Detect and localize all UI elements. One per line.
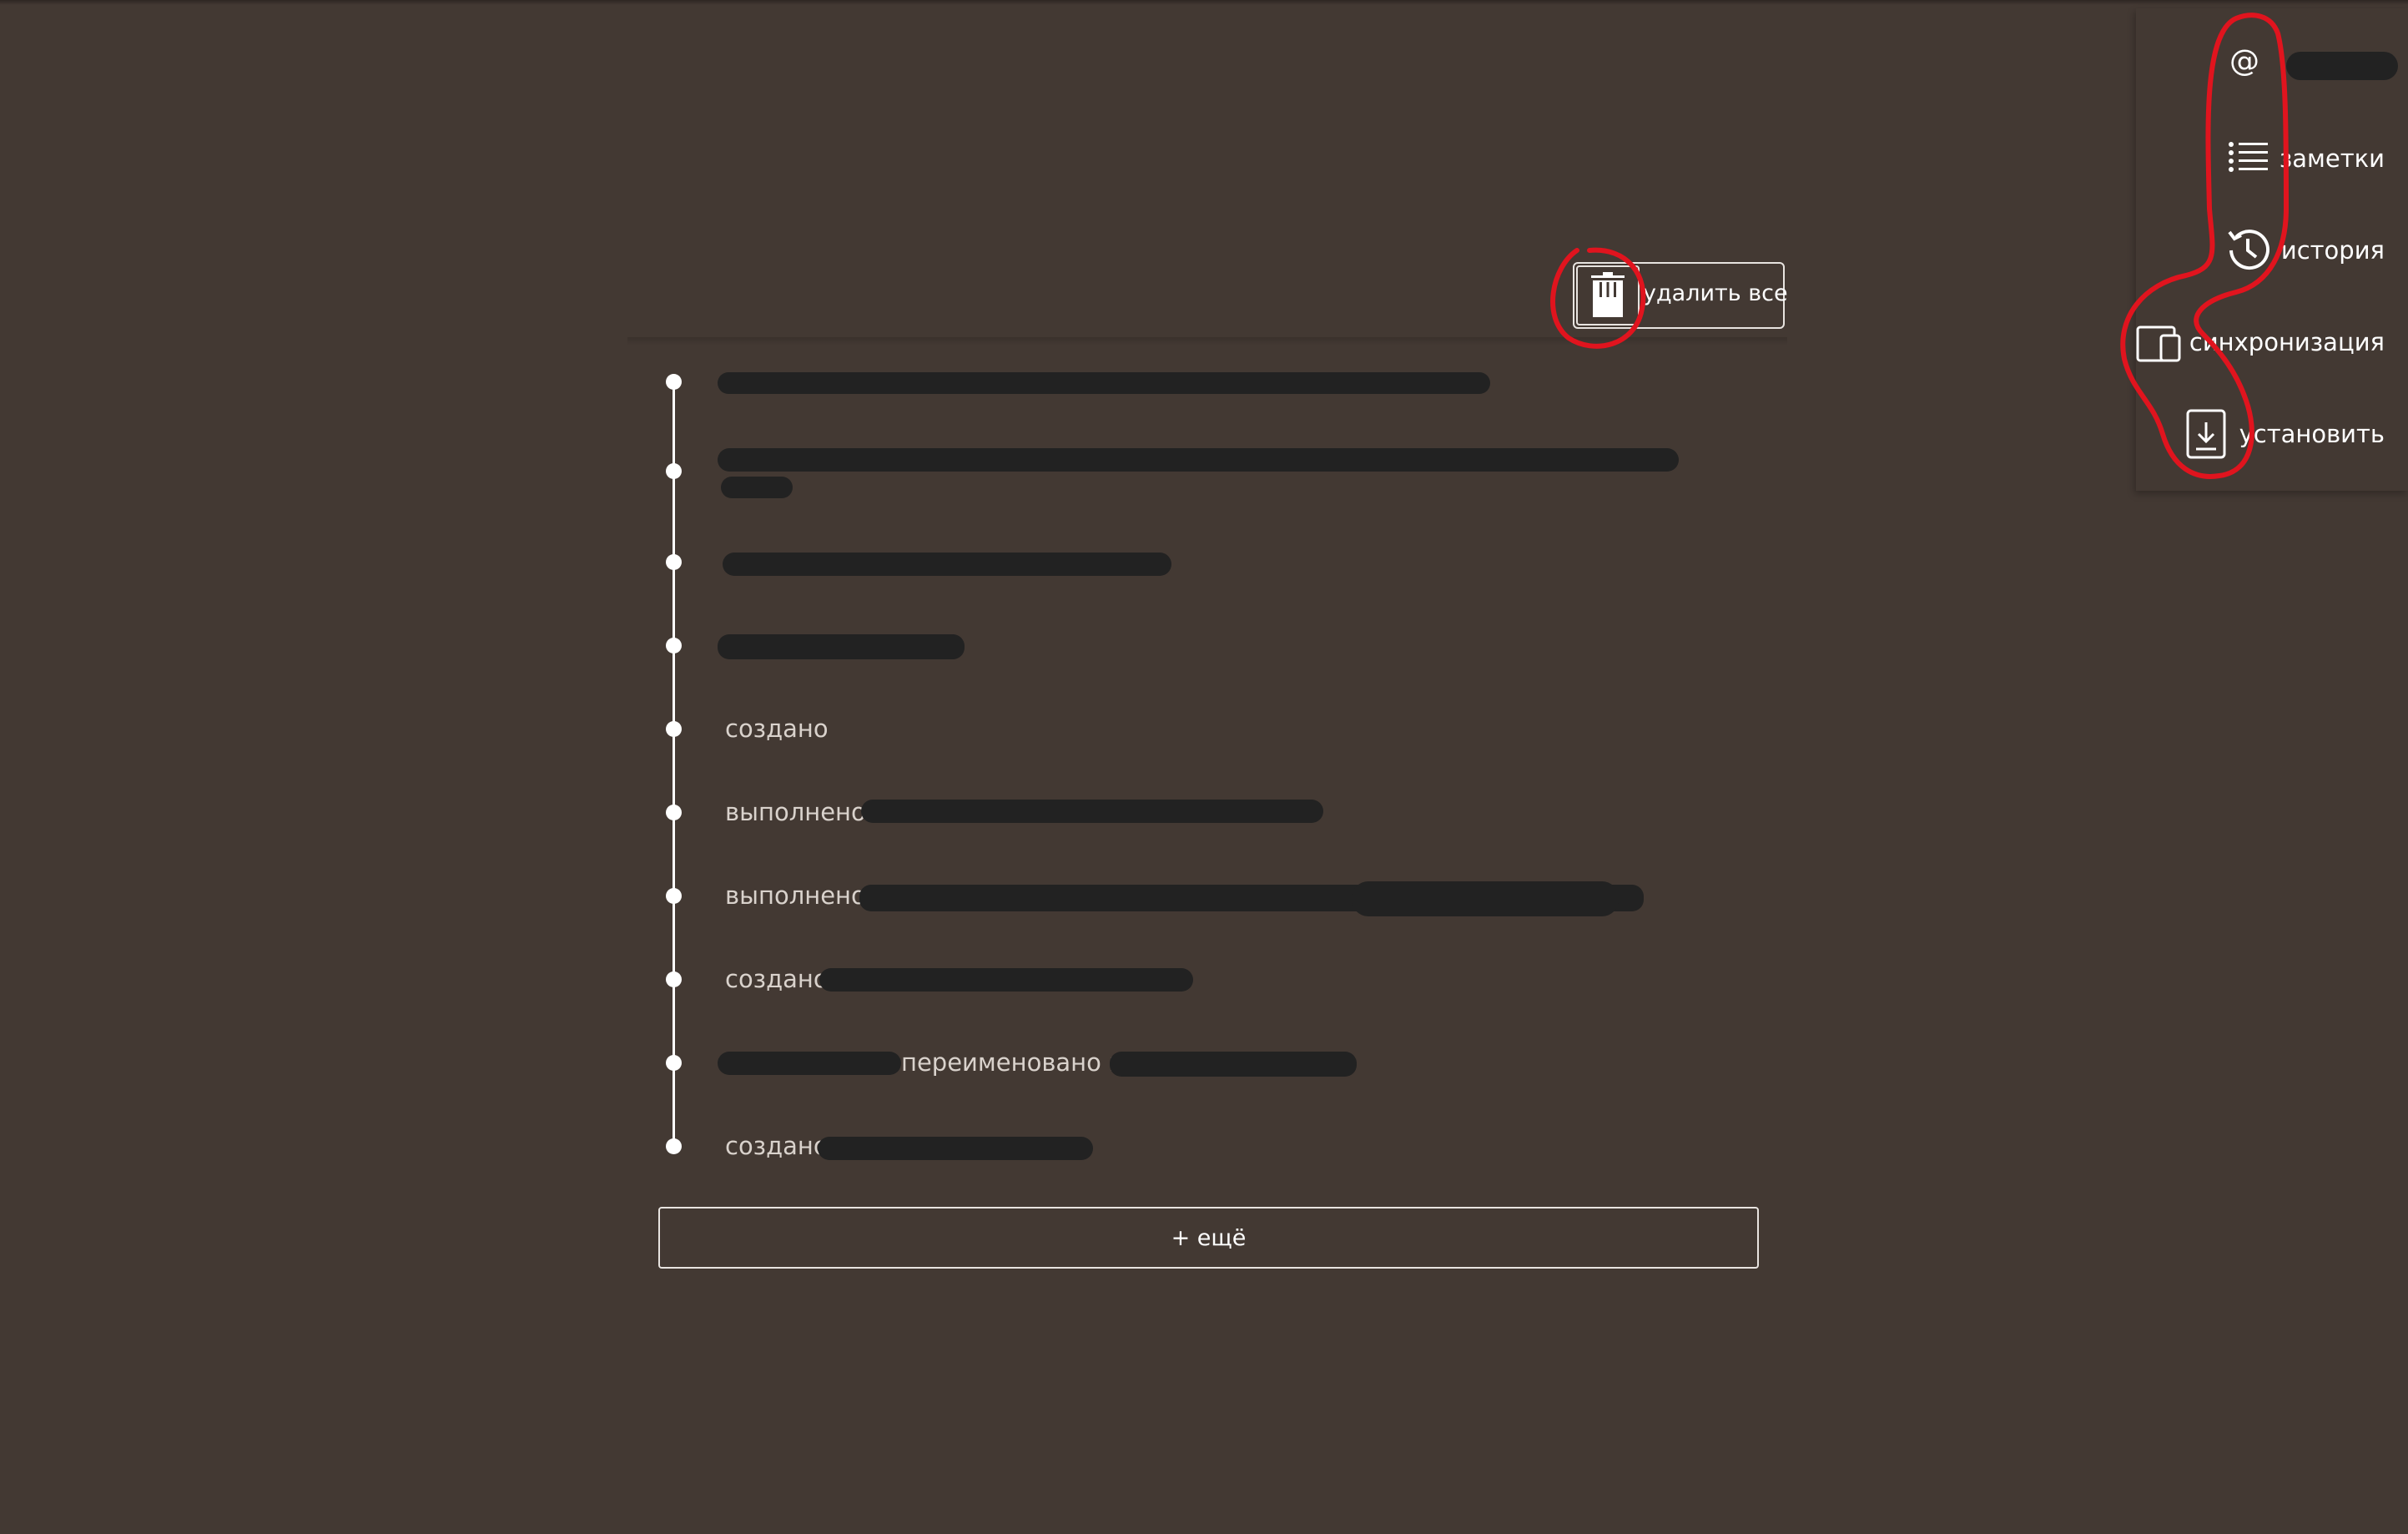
- at-sign-icon: @: [2226, 43, 2263, 80]
- redacted-text: [1352, 881, 1619, 916]
- redacted-text: [721, 477, 793, 498]
- timeline-item-text: создано: [725, 1132, 829, 1160]
- timeline-dot: [666, 721, 682, 737]
- timeline-dot: [666, 1138, 682, 1154]
- redacted-text: [723, 553, 1171, 576]
- top-shadow: [0, 0, 2408, 5]
- redacted-text: [818, 1137, 1093, 1160]
- timeline-item-text: создано: [725, 714, 829, 743]
- menu-item-notes[interactable]: заметки: [2136, 117, 2408, 200]
- timeline-item-text: выполнено: [725, 798, 866, 826]
- timeline-dot: [666, 638, 682, 653]
- redacted-text: [819, 968, 1193, 992]
- download-icon: [2186, 409, 2226, 459]
- redacted-text: [718, 448, 1679, 472]
- delete-all-button[interactable]: удалить все: [1573, 262, 1788, 329]
- trash-icon: [1576, 265, 1640, 325]
- redacted-text: [861, 800, 1323, 823]
- history-icon: [2223, 225, 2273, 275]
- redacted-text: [718, 634, 965, 659]
- timeline-item-text: создано: [725, 965, 829, 993]
- timeline-item-text: переименовано в: [901, 1048, 1124, 1077]
- timeline-dot: [666, 463, 682, 479]
- timeline-item-text: выполнено: [725, 881, 866, 910]
- red-annotation-overlay: [1550, 13, 2290, 479]
- timeline-dot: [666, 374, 682, 390]
- timeline-dot: [666, 888, 682, 904]
- menu-item-history[interactable]: история: [2136, 209, 2408, 292]
- menu-item-install-label: установить: [2239, 420, 2385, 448]
- list-divider: [627, 337, 1787, 346]
- load-more-button[interactable]: + ещё: [658, 1207, 1759, 1269]
- menu-item-sync-label: синхронизация: [2189, 328, 2385, 356]
- menu-item-install[interactable]: установить: [2136, 392, 2408, 476]
- devices-icon: [2136, 324, 2183, 362]
- timeline-dot: [666, 554, 682, 570]
- timeline-dot: [666, 805, 682, 820]
- menu-item-sync[interactable]: синхронизация: [2136, 300, 2408, 384]
- timeline-dot: [666, 1055, 682, 1071]
- redacted-text: [718, 1052, 901, 1075]
- redacted-account-name: [2286, 52, 2398, 80]
- svg-text:@: @: [2229, 44, 2259, 78]
- redacted-text: [718, 372, 1490, 394]
- menu-item-history-label: история: [2280, 236, 2385, 265]
- side-menu: @ заметки история синхронизация установи…: [2136, 8, 2408, 491]
- timeline-dot: [666, 971, 682, 987]
- menu-item-notes-label: заметки: [2279, 144, 2385, 173]
- delete-all-label: удалить все: [1643, 280, 1788, 306]
- timeline-line: [673, 381, 675, 1148]
- redacted-text: [1110, 1052, 1357, 1077]
- list-icon: [2228, 140, 2269, 174]
